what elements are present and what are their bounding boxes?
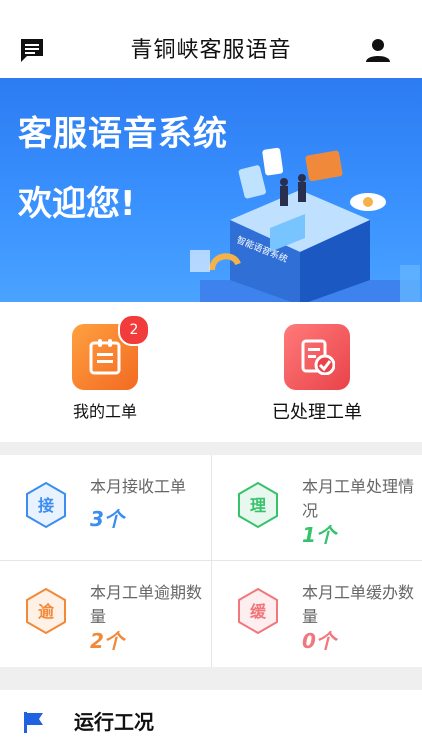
- flag-icon: [24, 712, 43, 733]
- stat-label: 本月工单逾期数量: [90, 583, 203, 626]
- svg-text:缓: 缓: [249, 602, 267, 621]
- stat-value: 2个: [90, 629, 124, 653]
- postponed-hex-icon: 缓: [238, 587, 278, 635]
- document-check-icon: [284, 324, 350, 390]
- stat-postponed[interactable]: 缓 本月工单缓办数量 0个: [212, 561, 422, 666]
- received-hex-icon: 接: [26, 481, 66, 529]
- quick-actions: 2 我的工单 已处理工单: [0, 302, 422, 442]
- header: 青铜峡客服语音: [0, 0, 422, 78]
- operation-status-section[interactable]: 运行工况: [0, 690, 422, 750]
- illustration: 智能语音系统: [190, 147, 420, 302]
- stat-value: 1个: [302, 523, 336, 547]
- overdue-hex-icon: 逾: [26, 587, 66, 635]
- my-orders-button[interactable]: 2 我的工单: [30, 314, 180, 422]
- stat-overdue[interactable]: 逾 本月工单逾期数量 2个: [0, 561, 210, 666]
- stat-processed[interactable]: 理 本月工单处理情况 1个: [212, 455, 422, 560]
- processed-orders-label: 已处理工单: [272, 402, 362, 423]
- welcome-banner: 客服语音系统 欢迎您! 智能语音系统: [0, 78, 422, 302]
- app-title: 青铜峡客服语音: [130, 38, 292, 63]
- svg-text:接: 接: [38, 496, 54, 515]
- stat-label: 本月工单处理情况: [302, 477, 415, 520]
- stat-value: 0个: [302, 629, 336, 653]
- clipboard-icon: 2: [72, 314, 150, 390]
- monthly-stats: 接 本月接收工单 3个 理 本月工单处理情况 1个 逾 本月工单逾期数量 2个 …: [0, 455, 422, 667]
- stat-label: 本月接收工单: [90, 477, 187, 496]
- stat-received[interactable]: 接 本月接收工单 3个: [0, 455, 210, 560]
- processed-orders-button[interactable]: 已处理工单: [242, 324, 392, 424]
- processed-hex-icon: 理: [238, 481, 278, 529]
- svg-text:理: 理: [250, 496, 266, 515]
- my-orders-label: 我的工单: [72, 402, 137, 421]
- unread-badge: 2: [118, 314, 150, 346]
- banner-welcome: 欢迎您!: [18, 184, 136, 224]
- user-icon[interactable]: [364, 36, 392, 64]
- stat-value: 3个: [90, 507, 124, 531]
- section-title: 运行工况: [74, 710, 154, 734]
- svg-text:逾: 逾: [38, 602, 55, 621]
- stat-label: 本月工单缓办数量: [302, 583, 415, 626]
